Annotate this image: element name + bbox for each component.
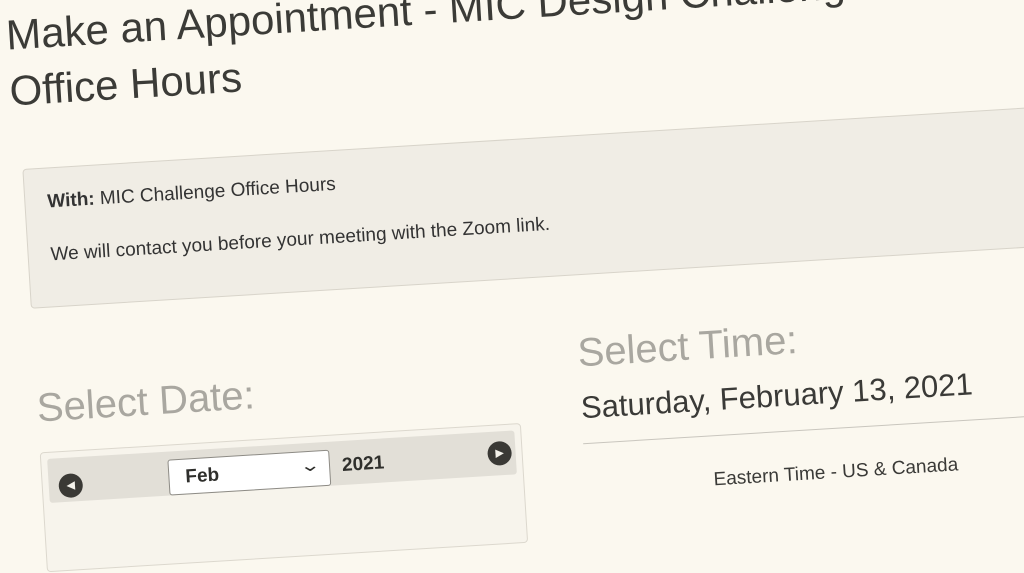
calendar-header: ◀ Feb ⌄ 2021 ▶ bbox=[47, 430, 517, 503]
chevron-right-icon: ▶ bbox=[495, 447, 505, 460]
select-date-heading: Select Date: bbox=[35, 373, 256, 431]
calendar-panel: ◀ Feb ⌄ 2021 ▶ bbox=[39, 422, 529, 573]
page-title-line-1: Make an Appointment - MIC Design Challen… bbox=[4, 0, 870, 59]
timezone-label[interactable]: Eastern Time - US & Canada bbox=[713, 454, 959, 491]
with-label: With: bbox=[46, 188, 96, 213]
select-time-heading: Select Time: bbox=[576, 317, 799, 376]
chevron-down-icon: ⌄ bbox=[298, 455, 322, 476]
next-month-button[interactable]: ▶ bbox=[486, 440, 513, 467]
selected-date-label: Saturday, February 13, 2021 bbox=[579, 366, 974, 426]
with-value: MIC Challenge Office Hours bbox=[99, 173, 337, 210]
page-title-line-2: Office Hours bbox=[8, 53, 244, 115]
appointment-info-box: With: MIC Challenge Office Hours We will… bbox=[22, 101, 1024, 309]
with-line: With: MIC Challenge Office Hours bbox=[47, 174, 337, 214]
prev-month-button[interactable]: ◀ bbox=[58, 472, 84, 499]
contact-note: We will contact you before your meeting … bbox=[50, 213, 551, 266]
month-select[interactable]: Feb ⌄ bbox=[167, 449, 332, 496]
year-label: 2021 bbox=[341, 452, 385, 476]
month-select-value: Feb bbox=[184, 464, 220, 488]
page-title: Make an Appointment - MIC Design Challen… bbox=[4, 0, 873, 120]
chevron-left-icon: ◀ bbox=[66, 479, 76, 492]
page: Make an Appointment - MIC Design Challen… bbox=[0, 0, 1024, 573]
